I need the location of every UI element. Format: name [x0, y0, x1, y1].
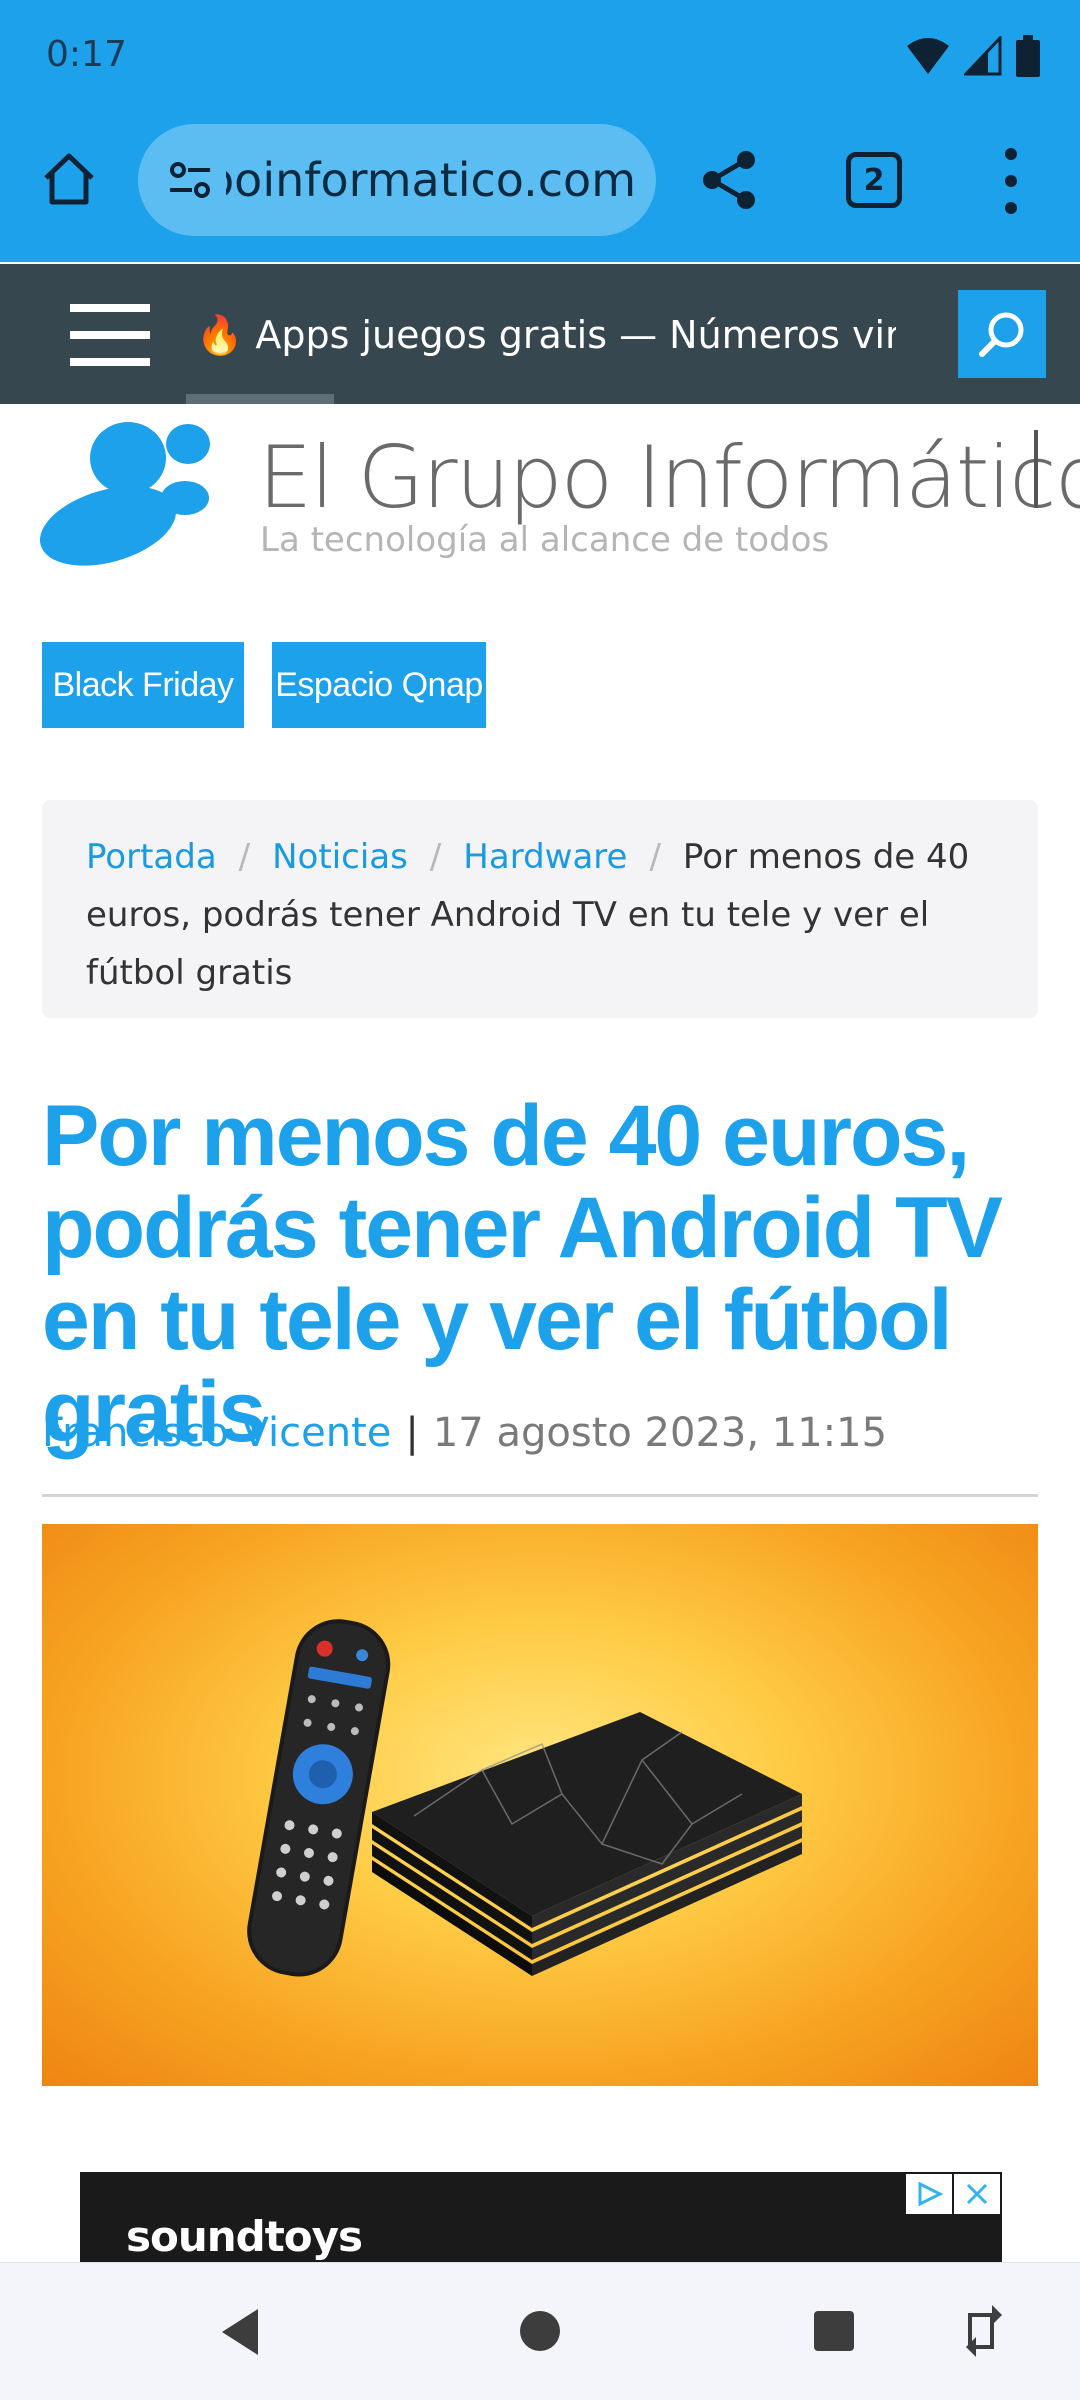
system-nav-bar [0, 2262, 1080, 2400]
back-icon[interactable] [218, 2307, 262, 2357]
site-settings-icon[interactable] [162, 152, 218, 208]
recents-icon[interactable] [812, 2309, 856, 2353]
ticker-text: Apps juegos gratis — Números virtuales [255, 313, 896, 357]
author-link[interactable]: Francisco Vicente [42, 1410, 391, 1456]
wifi-icon [907, 38, 949, 74]
logo-mark [40, 422, 210, 566]
search-button[interactable] [958, 290, 1046, 378]
site-logo[interactable]: El Grupo Informático La tecnología al al… [40, 414, 1080, 574]
breadcrumb: Portada / Noticias / Hardware / Por menos de 4… [42, 800, 1038, 1018]
url-bar[interactable]: elgrupoinformatico.com [138, 124, 656, 236]
home-icon [44, 153, 94, 205]
rotate-icon[interactable] [964, 2303, 1004, 2359]
fire-icon: 🔥 [196, 313, 244, 357]
logo-tagline: La tecnología al alcance de todos [260, 520, 830, 560]
hamburger-menu-icon[interactable] [70, 304, 150, 366]
home-circle-icon[interactable] [518, 2309, 562, 2353]
byline-divider [42, 1494, 1038, 1497]
breadcrumb-separator: / [649, 837, 661, 877]
share-button[interactable] [698, 148, 762, 212]
home-button[interactable] [36, 146, 102, 212]
status-time: 0:17 [46, 34, 127, 75]
category-button-espacio-qnap[interactable]: Espacio Qnap [272, 642, 486, 728]
search-icon [979, 312, 1024, 357]
breadcrumb-noticias[interactable]: Noticias [272, 837, 408, 877]
tab-switcher-icon[interactable]: 2 [846, 152, 902, 208]
news-ticker[interactable]: 🔥Apps juegos gratis — Números virtuales [196, 300, 896, 370]
cell-signal-icon [964, 36, 1002, 76]
ticker-progress [186, 394, 334, 404]
ad-banner[interactable]: soundtoys [80, 2172, 1002, 2262]
browser-chrome: 0:17 elgrupoinformatico.com 2 [0, 0, 1080, 262]
article-title: Por menos de 40 euros, podrás tener Andr… [42, 1088, 1003, 1460]
share-icon [703, 151, 755, 209]
article-byline: Francisco Vicente | 17 agosto 2023, 11:15 [42, 1410, 887, 1456]
article-hero-image [42, 1524, 1038, 2086]
status-icons [906, 34, 1040, 78]
breadcrumb-portada[interactable]: Portada [86, 837, 217, 877]
url-text: elgrupoinformatico.com [226, 153, 636, 207]
logo-title: El Grupo Informático [258, 428, 1080, 528]
tab-count: 2 [863, 162, 885, 198]
overflow-menu-icon[interactable] [994, 148, 1028, 214]
byline-separator: | [405, 1410, 419, 1456]
battery-icon [1016, 35, 1040, 77]
site-nav: 🔥Apps juegos gratis — Números virtuales [0, 264, 1080, 404]
ad-choices-icon[interactable] [906, 2174, 952, 2214]
breadcrumb-hardware[interactable]: Hardware [463, 837, 627, 877]
category-button-black-friday[interactable]: Black Friday [42, 642, 244, 728]
ad-brand: soundtoys [126, 2212, 363, 2261]
article-date: 17 agosto 2023, 11:15 [432, 1410, 888, 1456]
android-tv-box-illustration [247, 1619, 802, 1977]
logo-cursor [1034, 430, 1038, 508]
close-icon[interactable] [954, 2174, 1000, 2214]
breadcrumb-separator: / [429, 837, 442, 877]
breadcrumb-separator: / [238, 837, 251, 877]
